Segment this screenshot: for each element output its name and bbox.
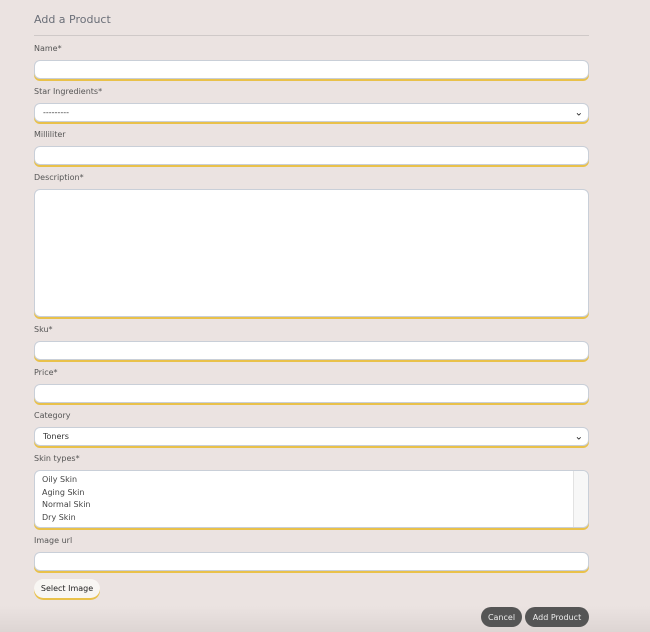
- chevron-down-icon: ⌄: [574, 107, 583, 118]
- sku-input[interactable]: [34, 341, 589, 360]
- ml-label: Milliliter: [34, 130, 66, 139]
- skin-option[interactable]: Oily Skin: [42, 474, 588, 487]
- description-label: Description*: [34, 173, 84, 182]
- skin-option[interactable]: Dry Skin: [42, 512, 588, 525]
- ingredients-label: Star Ingredients*: [34, 87, 103, 96]
- select-image-button[interactable]: Select Image: [34, 579, 100, 598]
- scrollbar[interactable]: [573, 471, 588, 527]
- category-value: Toners: [43, 432, 69, 441]
- skin-types-label: Skin types*: [34, 454, 80, 463]
- cancel-button[interactable]: Cancel: [481, 607, 522, 627]
- price-input[interactable]: [34, 384, 589, 403]
- name-label: Name*: [34, 44, 62, 53]
- image-url-label: Image url: [34, 536, 73, 545]
- category-select[interactable]: Toners ⌄: [34, 427, 589, 446]
- ingredients-value: ---------: [43, 108, 69, 117]
- sku-label: Sku*: [34, 325, 53, 334]
- add-product-button[interactable]: Add Product: [525, 607, 589, 627]
- skin-option[interactable]: Aging Skin: [42, 487, 588, 500]
- name-input[interactable]: [34, 60, 589, 79]
- page-title: Add a Product: [34, 13, 111, 26]
- category-label: Category: [34, 411, 71, 420]
- divider: [34, 35, 589, 36]
- description-textarea[interactable]: [34, 189, 589, 317]
- ingredients-select[interactable]: --------- ⌄: [34, 103, 589, 122]
- skin-types-listbox[interactable]: Oily Skin Aging Skin Normal Skin Dry Ski…: [34, 470, 589, 528]
- skin-option[interactable]: Normal Skin: [42, 499, 588, 512]
- image-url-input[interactable]: [34, 552, 589, 571]
- milliliter-input[interactable]: [34, 146, 589, 165]
- price-label: Price*: [34, 368, 58, 377]
- chevron-down-icon: ⌄: [574, 431, 583, 442]
